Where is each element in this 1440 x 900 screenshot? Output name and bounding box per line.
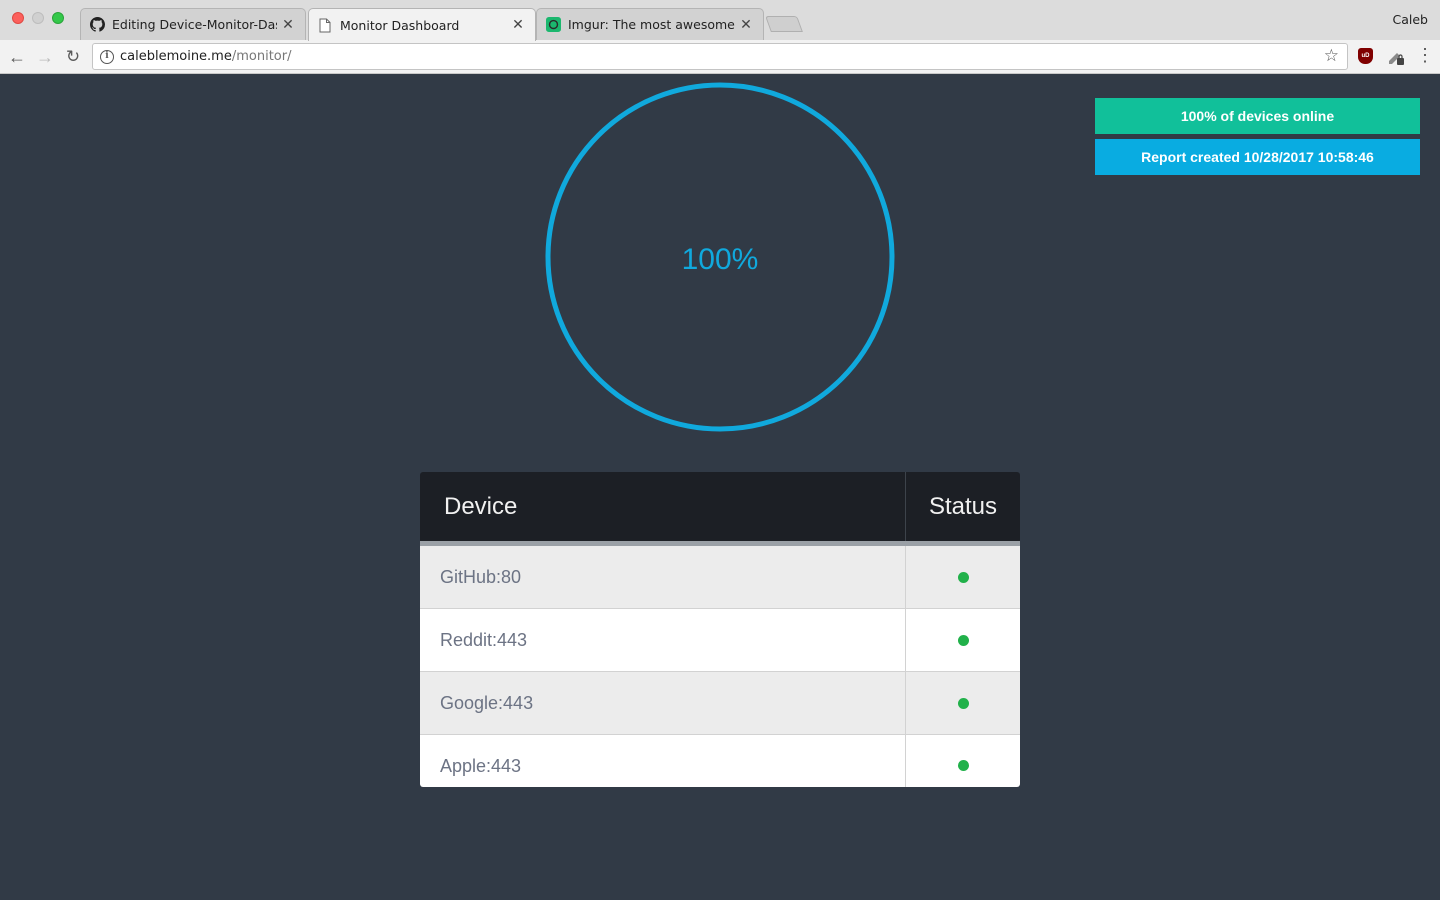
device-column-header: Device	[420, 472, 906, 541]
gauge-percentage: 100%	[681, 243, 759, 276]
url-path: /monitor/	[231, 49, 292, 64]
browser-titlebar: Editing Device-Monitor-Dashboard ✕ Monit…	[0, 0, 1440, 41]
tab-imgur[interactable]: Imgur: The most awesome images on the In…	[536, 8, 764, 40]
close-icon[interactable]: ✕	[511, 17, 525, 33]
github-icon	[89, 17, 105, 33]
device-name: Apple:443	[420, 735, 906, 787]
back-arrow-icon[interactable]: ←	[6, 46, 28, 68]
tab-title: Editing Device-Monitor-Dashboard	[112, 17, 277, 32]
tab-monitor-dashboard[interactable]: Monitor Dashboard ✕	[308, 8, 536, 41]
profile-name[interactable]: Caleb	[1393, 12, 1429, 27]
close-icon[interactable]: ✕	[281, 17, 295, 33]
window-maximize-button[interactable]	[52, 12, 64, 24]
forward-arrow-icon[interactable]: →	[34, 46, 56, 68]
document-icon	[317, 17, 333, 33]
device-table: Device Status GitHub:80 Reddit:443 Googl…	[420, 472, 1020, 787]
tab-title: Imgur: The most awesome images on the In…	[568, 17, 735, 32]
browser-menu-icon[interactable]: ⋮	[1416, 44, 1434, 66]
tab-title: Monitor Dashboard	[340, 17, 460, 33]
window-close-button[interactable]	[12, 12, 24, 24]
status-online-dot	[957, 634, 969, 646]
status-online-dot	[957, 697, 969, 709]
imgur-icon	[545, 17, 561, 33]
info-icon[interactable]: i	[100, 50, 114, 64]
window-minimize-button[interactable]	[32, 12, 44, 24]
extension-icon[interactable]	[1386, 47, 1406, 67]
report-time-badge: Report created 10/28/2017 10:58:46	[1095, 139, 1420, 175]
table-body: GitHub:80 Reddit:443 Google:443 Apple:44…	[420, 546, 1020, 787]
table-row: Google:443	[420, 672, 1020, 735]
url-text[interactable]: caleblemoine.me/monitor/	[120, 49, 291, 64]
url-host: caleblemoine.me	[120, 49, 232, 64]
online-devices-badge: 100% of devices online	[1095, 98, 1420, 134]
device-name: Google:443	[420, 672, 906, 734]
reload-icon[interactable]: ↻	[62, 46, 84, 68]
table-row: GitHub:80	[420, 546, 1020, 609]
new-tab-button[interactable]	[765, 16, 803, 32]
device-name: Reddit:443	[420, 609, 906, 671]
tab-github[interactable]: Editing Device-Monitor-Dashboard ✕	[80, 8, 306, 40]
status-online-dot	[957, 571, 969, 583]
table-row: Reddit:443	[420, 609, 1020, 672]
status-column-header: Status	[928, 492, 998, 520]
table-row: Apple:443	[420, 735, 1020, 787]
browser-toolbar: ← → ↻ i caleblemoine.me/monitor/ ☆	[0, 40, 1440, 74]
close-icon[interactable]: ✕	[739, 17, 753, 33]
bookmark-star-icon[interactable]: ☆	[1324, 46, 1339, 66]
status-online-dot	[957, 760, 969, 771]
address-bar[interactable]: i caleblemoine.me/monitor/ ☆	[92, 43, 1348, 70]
device-name: GitHub:80	[420, 546, 906, 608]
table-header: Device Status	[420, 472, 1020, 546]
ublock-icon[interactable]: uD	[1358, 48, 1373, 64]
